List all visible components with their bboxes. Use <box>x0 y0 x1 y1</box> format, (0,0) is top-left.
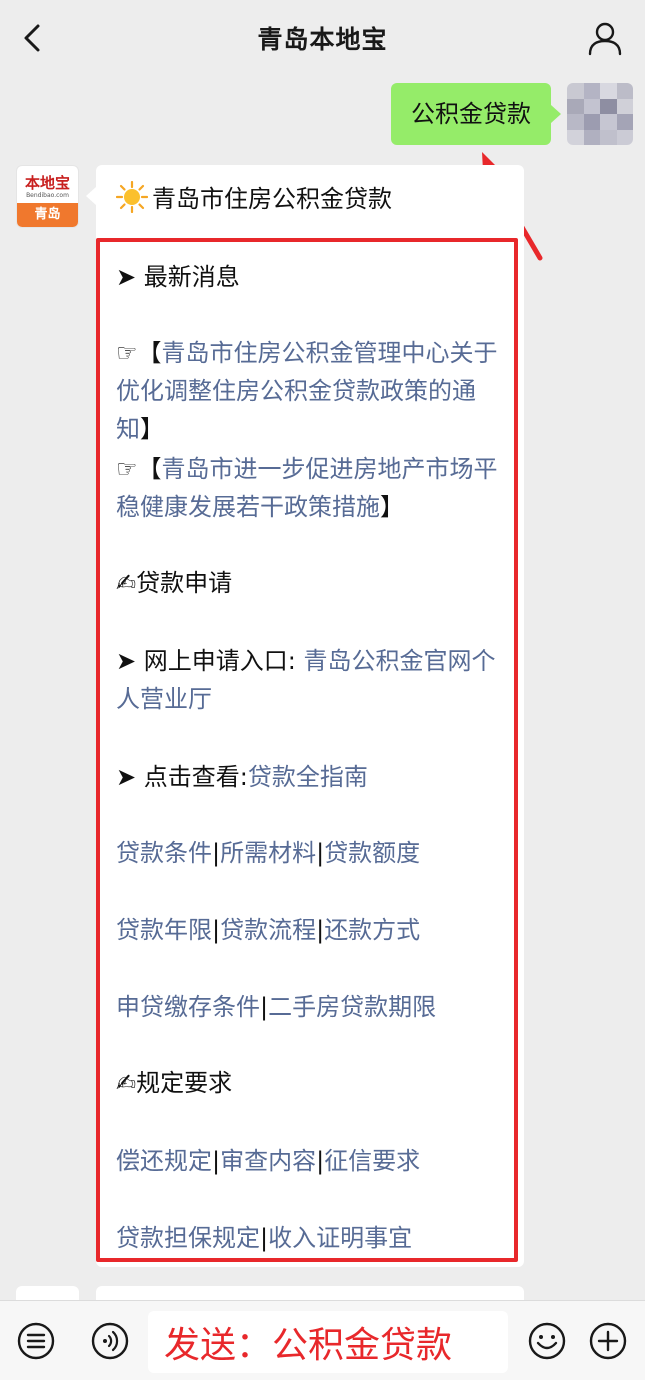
link-repayment-rules[interactable]: 偿还规定 <box>116 1147 212 1175</box>
link-loan-conditions[interactable]: 贷款条件 <box>116 839 212 867</box>
online-apply-label: ➤ 网上申请入口: <box>116 647 304 675</box>
sun-icon <box>116 180 148 213</box>
outgoing-bubble[interactable]: 公积金贷款 <box>391 83 561 145</box>
link-row-3: 申贷缴存条件|二手房贷款期限 <box>116 988 508 1026</box>
profile-icon[interactable] <box>587 20 623 56</box>
input-bar: 发送：公积金贷款 <box>0 1300 645 1380</box>
news-item-2[interactable]: ☞【青岛市进一步促进房地产市场平稳健康发展若干政策措施】 <box>116 450 508 526</box>
news-2-link[interactable]: 青岛市进一步促进房地产市场平稳健康发展若干政策措施 <box>116 455 498 521</box>
emoji-icon[interactable] <box>527 1321 567 1361</box>
link-review-content[interactable]: 审查内容 <box>220 1147 316 1175</box>
loan-apply-heading: ✍贷款申请 <box>116 569 233 597</box>
link-row-5: 贷款担保规定|收入证明事宜 <box>116 1219 508 1257</box>
news-1-suffix: 】 <box>140 415 164 443</box>
link-loan-process[interactable]: 贷款流程 <box>220 916 316 944</box>
separator: | <box>212 839 221 867</box>
bubble-title-text: 青岛市住房公积金贷款 <box>152 185 392 213</box>
link-loan-term[interactable]: 贷款年限 <box>116 916 212 944</box>
logo-text: 本地宝 <box>24 174 70 192</box>
voice-icon[interactable] <box>90 1321 130 1361</box>
latest-news-heading: ➤ 最新消息 <box>116 263 240 291</box>
link-deposit-conditions[interactable]: 申贷缴存条件 <box>116 993 260 1021</box>
logo-city: 青岛 <box>17 203 78 227</box>
back-arrow-icon[interactable] <box>18 22 50 54</box>
news-2-suffix: 】 <box>380 493 404 521</box>
guide-entry: ➤ 点击查看:贷款全指南 <box>116 758 508 796</box>
link-income-proof[interactable]: 收入证明事宜 <box>268 1224 412 1252</box>
link-guarantee-rules[interactable]: 贷款担保规定 <box>116 1224 260 1252</box>
guide-link[interactable]: 贷款全指南 <box>248 763 368 791</box>
news-1-prefix: ☞【 <box>116 339 162 367</box>
separator: | <box>260 993 269 1021</box>
news-item-1[interactable]: ☞【青岛市住房公积金管理中心关于优化调整住房公积金贷款政策的通知】 <box>116 334 508 448</box>
separator: | <box>316 1147 325 1175</box>
link-repayment-method[interactable]: 还款方式 <box>324 916 420 944</box>
bot-avatar[interactable]: 本地宝 Bendibao.com 青岛 <box>16 165 79 228</box>
link-row-2: 贷款年限|贷款流程|还款方式 <box>116 911 508 949</box>
separator: | <box>260 1224 269 1252</box>
link-row-1: 贷款条件|所需材料|贷款额度 <box>116 834 508 872</box>
separator: | <box>316 839 325 867</box>
chat-header: 青岛本地宝 <box>0 0 645 76</box>
next-message-bubble <box>96 1286 524 1300</box>
separator: | <box>212 916 221 944</box>
menu-list-icon[interactable] <box>16 1321 56 1361</box>
plus-icon[interactable] <box>588 1321 628 1361</box>
news-1-link[interactable]: 青岛市住房公积金管理中心关于优化调整住房公积金贷款政策的通知 <box>116 339 498 443</box>
message-input[interactable]: 发送：公积金贷款 <box>148 1311 508 1373</box>
self-avatar[interactable] <box>567 83 633 145</box>
separator: | <box>212 1147 221 1175</box>
separator: | <box>316 916 325 944</box>
guide-label: ➤ 点击查看: <box>116 763 248 791</box>
rules-heading: ✍规定要求 <box>116 1069 233 1097</box>
link-row-4: 偿还规定|审查内容|征信要求 <box>116 1142 508 1180</box>
bubble-title: 青岛市住房公积金贷款 <box>116 179 392 214</box>
online-apply-entry: ➤ 网上申请入口: 青岛公积金官网个人营业厅 <box>116 642 508 718</box>
outgoing-message: 公积金贷款 <box>391 83 633 145</box>
link-second-hand-term[interactable]: 二手房贷款期限 <box>268 993 436 1021</box>
chat-title: 青岛本地宝 <box>257 25 388 54</box>
link-loan-amount[interactable]: 贷款额度 <box>324 839 420 867</box>
link-required-materials[interactable]: 所需材料 <box>220 839 316 867</box>
link-credit-requirements[interactable]: 征信要求 <box>324 1147 420 1175</box>
news-2-prefix: ☞【 <box>116 455 162 483</box>
logo-url: Bendibao.com <box>26 192 69 199</box>
next-message-avatar <box>16 1286 79 1300</box>
